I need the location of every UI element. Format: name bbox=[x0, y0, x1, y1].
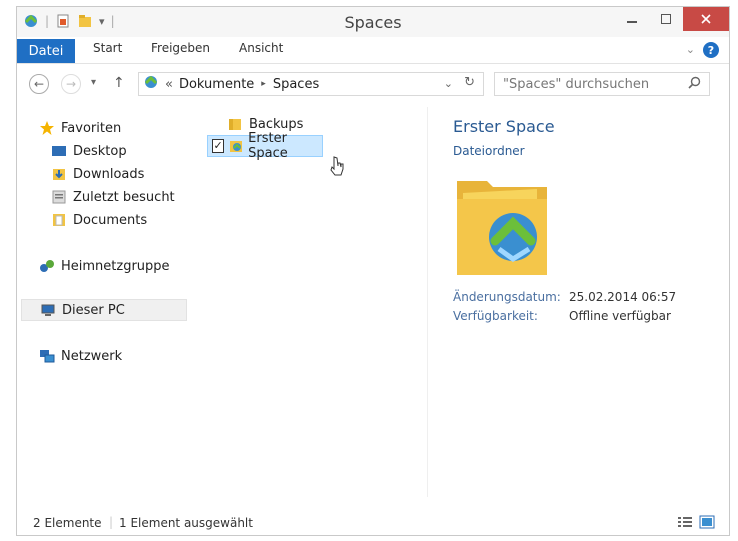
tab-datei[interactable]: Datei bbox=[17, 39, 75, 63]
search-icon[interactable] bbox=[688, 76, 701, 93]
details-modified-row: Änderungsdatum: 25.02.2014 06:57 bbox=[453, 290, 676, 304]
nav-zuletzt-besucht-label: Zuletzt besucht bbox=[73, 189, 175, 205]
address-dropdown-icon[interactable]: ⌄ bbox=[444, 77, 453, 90]
item-count: 2 Elemente bbox=[33, 516, 102, 530]
nav-heimnetzgruppe-label: Heimnetzgruppe bbox=[61, 258, 170, 274]
nav-netzwerk-label: Netzwerk bbox=[61, 348, 123, 364]
computer-icon bbox=[40, 302, 56, 318]
selection-count: 1 Element ausgewählt bbox=[119, 516, 253, 530]
address-row: ← → ▾ ↑ « Dokumente ▸ Spaces ⌄ ↻ "Spaces… bbox=[17, 64, 729, 106]
desktop-icon bbox=[51, 143, 67, 159]
forward-button[interactable]: → bbox=[61, 74, 81, 94]
list-item-erster-space-label: Erster Space bbox=[248, 131, 288, 161]
details-pane: Erster Space Dateiordner Änderungsdatum:… bbox=[437, 107, 717, 497]
help-icon[interactable]: ? bbox=[703, 42, 719, 58]
ribbon-tabs: Datei Start Freigeben Ansicht ⌄ ? bbox=[17, 37, 729, 64]
status-bar: 2 Elemente | 1 Element ausgewählt bbox=[17, 511, 729, 535]
nav-favoriten[interactable]: Favoriten bbox=[39, 117, 121, 139]
mouse-cursor-icon bbox=[329, 155, 347, 181]
breadcrumb-dokumente[interactable]: Dokumente bbox=[179, 77, 254, 92]
large-folder-thumbnail-icon bbox=[453, 169, 553, 283]
pane-divider[interactable] bbox=[427, 107, 428, 497]
modified-value: 25.02.2014 06:57 bbox=[569, 290, 677, 304]
spaces-location-icon bbox=[143, 74, 159, 94]
nav-favoriten-label: Favoriten bbox=[61, 120, 122, 136]
details-view-icon[interactable] bbox=[677, 515, 693, 532]
expand-ribbon-icon[interactable]: ⌄ bbox=[686, 43, 695, 56]
nav-downloads[interactable]: Downloads bbox=[51, 163, 144, 185]
nav-documents[interactable]: Documents bbox=[51, 209, 147, 231]
nav-heimnetzgruppe[interactable]: Heimnetzgruppe bbox=[39, 255, 170, 277]
downloads-icon bbox=[51, 166, 67, 182]
nav-desktop[interactable]: Desktop bbox=[51, 140, 127, 162]
folder-icon bbox=[227, 116, 243, 132]
nav-netzwerk[interactable]: Netzwerk bbox=[39, 345, 122, 367]
availability-value: Offline verfügbar bbox=[569, 309, 671, 323]
list-item-erster-space[interactable]: ✓ Erster Space bbox=[207, 131, 323, 161]
nav-dieser-pc[interactable]: Dieser PC bbox=[21, 299, 187, 321]
file-list: Backups ✓ Erster Space bbox=[207, 107, 429, 497]
network-icon bbox=[39, 348, 55, 364]
recent-places-icon bbox=[51, 189, 67, 205]
details-availability-row: Verfügbarkeit: Offline verfügbar bbox=[453, 309, 671, 323]
list-item-backups-label: Backups bbox=[249, 116, 304, 132]
nav-desktop-label: Desktop bbox=[73, 143, 127, 159]
tab-ansicht[interactable]: Ansicht bbox=[239, 41, 283, 55]
breadcrumb-prefix[interactable]: « bbox=[165, 77, 173, 92]
spaces-folder-icon bbox=[228, 138, 244, 154]
view-switcher bbox=[677, 515, 715, 532]
refresh-icon[interactable]: ↻ bbox=[464, 75, 475, 90]
nav-dieser-pc-label: Dieser PC bbox=[62, 302, 125, 318]
recent-locations-icon[interactable]: ▾ bbox=[91, 77, 96, 88]
breadcrumb-separator-icon[interactable]: ▸ bbox=[261, 79, 266, 89]
homegroup-icon bbox=[39, 258, 55, 274]
window-controls bbox=[615, 7, 729, 31]
maximize-button[interactable] bbox=[649, 7, 683, 31]
details-type: Dateiordner bbox=[453, 144, 525, 158]
minimize-button[interactable] bbox=[615, 7, 649, 31]
tab-start[interactable]: Start bbox=[93, 41, 122, 55]
nav-downloads-label: Downloads bbox=[73, 166, 145, 182]
address-bar[interactable]: « Dokumente ▸ Spaces ⌄ ↻ bbox=[138, 72, 484, 96]
back-button[interactable]: ← bbox=[29, 74, 49, 94]
status-separator: | bbox=[109, 515, 114, 529]
navigation-pane: Favoriten Desktop Downloads Zuletzt besu… bbox=[17, 107, 191, 497]
large-icons-view-icon[interactable] bbox=[699, 515, 715, 532]
nav-documents-label: Documents bbox=[73, 212, 148, 228]
star-icon bbox=[39, 120, 55, 136]
documents-icon bbox=[51, 212, 67, 228]
title-bar: | ▾ | Spaces bbox=[17, 7, 729, 37]
close-button[interactable] bbox=[683, 7, 729, 31]
details-title: Erster Space bbox=[453, 117, 555, 136]
tab-freigeben[interactable]: Freigeben bbox=[151, 41, 210, 55]
search-placeholder: "Spaces" durchsuchen bbox=[503, 76, 650, 92]
explorer-window: | ▾ | Spaces Datei Start Freigeben Ansic… bbox=[16, 6, 730, 536]
item-checkbox[interactable]: ✓ bbox=[212, 139, 225, 153]
breadcrumb-spaces[interactable]: Spaces bbox=[273, 77, 319, 92]
modified-label: Änderungsdatum: bbox=[453, 290, 561, 304]
up-button[interactable]: ↑ bbox=[113, 75, 125, 91]
search-input[interactable]: "Spaces" durchsuchen bbox=[494, 72, 710, 96]
availability-label: Verfügbarkeit: bbox=[453, 309, 538, 323]
nav-zuletzt-besucht[interactable]: Zuletzt besucht bbox=[51, 186, 175, 208]
